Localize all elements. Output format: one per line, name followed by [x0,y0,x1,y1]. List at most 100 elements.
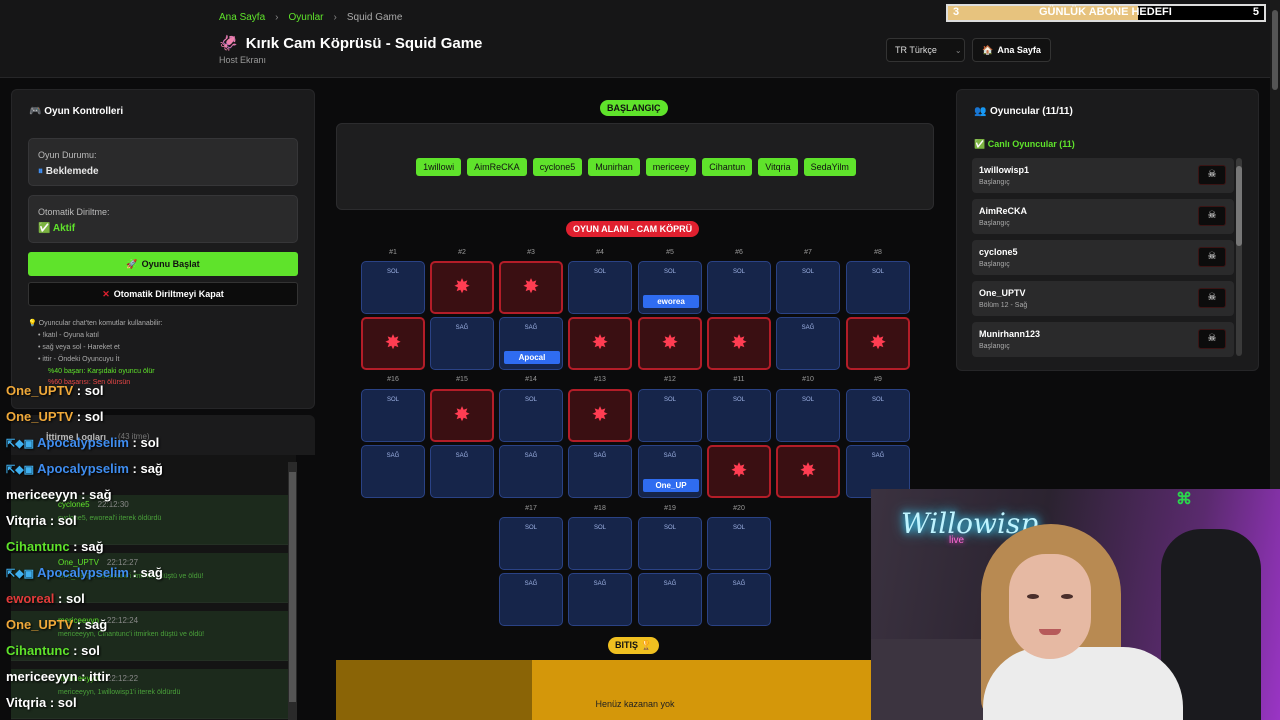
chat-separator: : [128,565,141,580]
player-name: 1willowisp1 [979,165,1030,175]
step-number: #17 [525,505,537,512]
game-status-box: Oyun Durumu: ⏸ Beklemede [28,138,298,186]
skull-icon: ☠ [1207,333,1217,344]
chat-message: mericeeyyn : sağ [6,487,112,502]
player-status: Başlangıç [979,220,1010,227]
kick-player-button[interactable]: ☠ [1198,288,1226,308]
chat-text: sol [84,409,104,424]
glass-tile-sag[interactable]: SAĞ [776,317,840,370]
glass-tile-sol[interactable]: SOL eworea [638,261,702,314]
glass-tile-sol[interactable]: SOL [707,389,771,442]
chat-message: Vitqria : sol [6,513,77,528]
broken-glass-tile[interactable]: ✸ [568,317,632,370]
controls-title: 🎮 Oyun Kontrolleri [29,106,123,117]
chat-separator: : [73,409,85,424]
glass-tile-sol[interactable]: SOL [707,261,771,314]
glass-tile-sag[interactable]: SAĞ [638,573,702,626]
step-number: #7 [804,249,812,256]
glass-tile-sag[interactable]: SAĞ [568,573,632,626]
pause-icon: ⏸ [38,166,43,177]
glass-tile-sag[interactable]: SAĞ [568,445,632,498]
players-scrollbar-thumb[interactable] [1236,166,1242,246]
finish-area: Henüz kazanan yok [336,660,934,720]
broken-glass-tile[interactable]: ✸ [430,261,494,314]
glass-tile-sol[interactable]: SOL [776,389,840,442]
chat-separator: : [73,617,85,632]
glass-tile-sol[interactable]: SOL [499,517,563,570]
glass-tile-sol[interactable]: SOL [638,517,702,570]
start-player-chip: Vitqria [758,158,798,176]
glass-tile-sag[interactable]: SAĞ [430,317,494,370]
home-button[interactable]: 🏠 Ana Sayfa [972,38,1051,62]
language-select[interactable]: TR Türkçe ⌄ [886,38,965,62]
glass-tile-sag[interactable]: SAĞ [361,445,425,498]
glass-tile-sol[interactable]: SOL [776,261,840,314]
tile-side-label: SAĞ [455,325,469,331]
chat-badges-icon: ⇱◆▣ [6,464,38,476]
tile-side-label: SOL [524,397,537,403]
broken-glass-tile[interactable]: ✸ [776,445,840,498]
chat-separator: : [128,435,141,450]
kick-player-button[interactable]: ☠ [1198,247,1226,267]
glass-burst-icon: ✸ [661,332,679,354]
chat-username: Apocalypselim [37,435,129,450]
kick-player-button[interactable]: ☠ [1198,329,1226,349]
log-time: 22:12:22 [106,674,139,683]
glass-tile-sol[interactable]: SOL [707,517,771,570]
breadcrumb-home-link[interactable]: Ana Sayfa [219,12,265,23]
close-icon: ✕ [102,288,110,299]
glass-tile-sol[interactable]: SOL [499,389,563,442]
glass-tile-sol[interactable]: SOL [361,261,425,314]
glass-tile-sol[interactable]: SOL [638,389,702,442]
chat-text: sağ [140,565,163,580]
start-player-chips: 1willowi AimReCKA cyclone5 Munirhan mericeey… [337,158,935,176]
broken-glass-tile[interactable]: ✸ [638,317,702,370]
goal-target: 5 [1252,6,1259,18]
streamer-eye [1061,594,1073,599]
broken-glass-tile[interactable]: ✸ [361,317,425,370]
help-text: 💡 Oyuncular chat'ten komutlar kullanabil… [28,318,163,388]
tile-side-label: SOL [386,397,399,403]
chat-username: Apocalypselim [37,461,129,476]
broken-glass-tile[interactable]: ✸ [568,389,632,442]
broken-glass-tile[interactable]: ✸ [707,317,771,370]
page-scrollbar-thumb[interactable] [1272,10,1278,90]
chat-username: One_UPTV [6,409,74,424]
glass-tile-sag[interactable]: SAĞ Apocal [499,317,563,370]
webcam-overlay: Willowisp live ⌘ [871,489,1280,720]
kick-player-button[interactable]: ☠ [1198,206,1226,226]
players-scrollbar[interactable] [1236,158,1242,356]
player-name: cyclone5 [979,247,1018,257]
broken-glass-tile[interactable]: ✸ [707,445,771,498]
logs-scrollbar[interactable] [288,462,297,720]
glass-tile-sol[interactable]: SOL [846,389,910,442]
broken-glass-tile[interactable]: ✸ [430,389,494,442]
chat-separator: : [46,695,58,710]
glass-tile-sag[interactable]: SAĞ [499,573,563,626]
glass-tile-sol[interactable]: SOL [846,261,910,314]
chat-username: Cihantunc [6,643,70,658]
glass-tile-sol[interactable]: SOL [361,389,425,442]
glass-tile-sol[interactable]: SOL [568,261,632,314]
tile-side-label: SOL [732,397,745,403]
glass-tile-sag[interactable]: SAĞ [430,445,494,498]
chat-text: sağ [81,539,104,554]
player-marker: Apocal [504,351,560,364]
glass-tile-sag[interactable]: SAĞ [499,445,563,498]
goal-current: 3 [953,6,960,18]
disable-auto-revive-button[interactable]: ✕ Otomatik Diriltmeyi Kapat [28,282,298,306]
step-number: #19 [664,505,676,512]
player-status: Başlangıç [979,179,1010,186]
chat-badges-icon: ⇱◆▣ [6,568,38,580]
glass-tile-sag[interactable]: SAĞ One_UP [638,445,702,498]
kick-player-button[interactable]: ☠ [1198,165,1226,185]
chat-message: ⇱◆▣ Apocalypselim : sağ [6,565,163,580]
broken-glass-tile[interactable]: ✸ [499,261,563,314]
glass-tile-sag[interactable]: SAĞ [707,573,771,626]
start-game-button[interactable]: 🚀 Oyunu Başlat [28,252,298,276]
help-line-text: !katıl - Oyuna katıl [42,332,99,339]
logs-scrollbar-thumb[interactable] [289,472,296,702]
glass-tile-sol[interactable]: SOL [568,517,632,570]
breadcrumb-games-link[interactable]: Oyunlar [289,12,324,23]
broken-glass-tile[interactable]: ✸ [846,317,910,370]
